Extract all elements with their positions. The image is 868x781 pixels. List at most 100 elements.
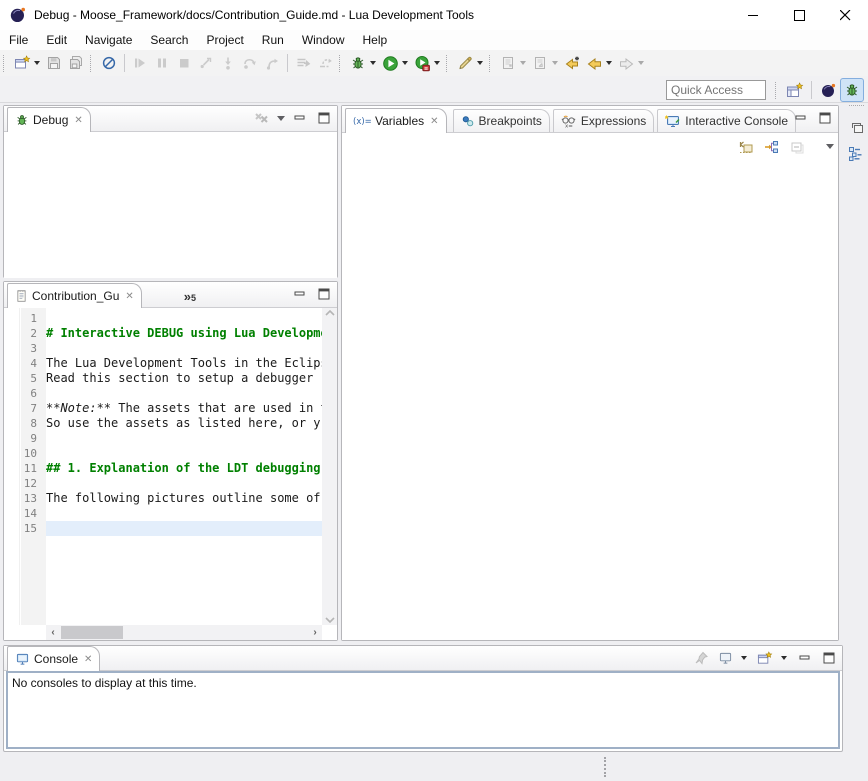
minimize-view-icon[interactable] bbox=[796, 649, 814, 667]
minimize-view-icon[interactable] bbox=[792, 109, 810, 127]
pin-console-icon[interactable] bbox=[692, 649, 710, 667]
menu-edit[interactable]: Edit bbox=[37, 30, 76, 50]
code-line[interactable]: 12 bbox=[4, 476, 322, 491]
resume-button[interactable] bbox=[129, 52, 151, 74]
forward-button[interactable] bbox=[615, 52, 637, 74]
relaunch-button[interactable] bbox=[314, 52, 336, 74]
toolbar-drag-handle[interactable] bbox=[489, 55, 494, 72]
menu-run[interactable]: Run bbox=[253, 30, 293, 50]
scrollbar-thumb[interactable] bbox=[61, 626, 123, 639]
run-last-tool-button[interactable] bbox=[411, 52, 433, 74]
display-selected-console-icon[interactable] bbox=[716, 649, 734, 667]
new-file-wizard-1-dropdown[interactable] bbox=[520, 61, 526, 65]
step-return-button[interactable] bbox=[261, 52, 283, 74]
disconnect-button[interactable] bbox=[195, 52, 217, 74]
toolbar-drag-handle[interactable] bbox=[90, 55, 95, 72]
save-all-button[interactable] bbox=[65, 52, 87, 74]
close-tab-icon[interactable]: ✕ bbox=[430, 116, 438, 127]
menu-navigate[interactable]: Navigate bbox=[76, 30, 141, 50]
code-line[interactable]: 6 bbox=[4, 386, 322, 401]
use-step-filters-button[interactable] bbox=[292, 52, 314, 74]
code-line[interactable]: 9 bbox=[4, 431, 322, 446]
debug-perspective-button[interactable] bbox=[840, 78, 864, 102]
minimize-view-icon[interactable] bbox=[291, 109, 309, 127]
display-console-dropdown[interactable] bbox=[741, 656, 747, 660]
back-button[interactable] bbox=[583, 52, 605, 74]
close-window-button[interactable] bbox=[822, 0, 868, 30]
tab-variables[interactable]: (x)= Variables ✕ bbox=[345, 108, 447, 133]
new-file-wizard-2-button[interactable] bbox=[529, 52, 551, 74]
code-line[interactable]: 11## 1. Explanation of the LDT debugging bbox=[4, 461, 322, 476]
code-line[interactable]: 7**Note:** The assets that are used in t bbox=[4, 401, 322, 416]
new-wizard-dropdown[interactable] bbox=[34, 61, 40, 65]
minimize-window-button[interactable] bbox=[730, 0, 776, 30]
debug-dropdown[interactable] bbox=[370, 61, 376, 65]
view-menu-icon[interactable] bbox=[277, 116, 285, 121]
last-edit-location-button[interactable] bbox=[561, 52, 583, 74]
maximize-view-icon[interactable] bbox=[816, 109, 834, 127]
step-over-button[interactable] bbox=[239, 52, 261, 74]
new-wizard-button[interactable] bbox=[11, 52, 33, 74]
menu-project[interactable]: Project bbox=[197, 30, 252, 50]
run-dropdown[interactable] bbox=[402, 61, 408, 65]
tab-expressions[interactable]: x= Expressions bbox=[553, 109, 654, 132]
terminate-button[interactable] bbox=[173, 52, 195, 74]
close-tab-icon[interactable]: ✕ bbox=[74, 115, 82, 126]
maximize-view-icon[interactable] bbox=[315, 285, 333, 303]
tab-console[interactable]: Console ✕ bbox=[7, 646, 100, 671]
collapse-all-button[interactable] bbox=[786, 136, 808, 158]
menu-search[interactable]: Search bbox=[141, 30, 197, 50]
skip-all-breakpoints-button[interactable] bbox=[98, 52, 120, 74]
pen-tool-button[interactable] bbox=[454, 52, 476, 74]
toolbar-drag-handle[interactable] bbox=[339, 55, 344, 72]
hidden-editors-chevron[interactable]: »5 bbox=[184, 289, 196, 304]
trim-drag-handle[interactable] bbox=[849, 105, 864, 110]
code-line[interactable]: 10 bbox=[4, 446, 322, 461]
editor-body[interactable]: 12# Interactive DEBUG using Lua Developm… bbox=[4, 308, 337, 640]
open-perspective-button[interactable] bbox=[783, 78, 807, 102]
view-menu-icon[interactable] bbox=[826, 144, 834, 149]
open-console-dropdown[interactable] bbox=[781, 656, 787, 660]
quick-access-input[interactable] bbox=[666, 80, 766, 100]
vertical-scrollbar[interactable] bbox=[322, 308, 337, 625]
horizontal-scrollbar[interactable]: ‹ › bbox=[46, 625, 322, 640]
menu-window[interactable]: Window bbox=[293, 30, 354, 50]
suspend-button[interactable] bbox=[151, 52, 173, 74]
code-line[interactable]: 15 bbox=[4, 521, 322, 536]
code-line[interactable]: 13The following pictures outline some of bbox=[4, 491, 322, 506]
remove-all-terminated-icon[interactable] bbox=[253, 109, 271, 127]
minimize-view-icon[interactable] bbox=[291, 285, 309, 303]
run-button[interactable] bbox=[379, 52, 401, 74]
back-dropdown[interactable] bbox=[606, 61, 612, 65]
outline-view-button[interactable] bbox=[845, 142, 867, 164]
code-line[interactable]: 14 bbox=[4, 506, 322, 521]
maximize-view-icon[interactable] bbox=[820, 649, 838, 667]
code-line[interactable]: 2# Interactive DEBUG using Lua Developme bbox=[4, 326, 322, 341]
step-into-button[interactable] bbox=[217, 52, 239, 74]
scroll-left-icon[interactable]: ‹ bbox=[46, 627, 60, 638]
lua-perspective-button[interactable] bbox=[816, 78, 840, 102]
toolbar-drag-handle[interactable] bbox=[775, 82, 780, 99]
close-tab-icon[interactable]: ✕ bbox=[84, 654, 92, 665]
tab-breakpoints[interactable]: Breakpoints bbox=[453, 109, 550, 132]
open-console-icon[interactable] bbox=[756, 649, 774, 667]
save-button[interactable] bbox=[43, 52, 65, 74]
status-drag-handle[interactable] bbox=[604, 757, 607, 777]
restore-view-button[interactable] bbox=[845, 116, 867, 138]
show-type-names-button[interactable] bbox=[734, 136, 756, 158]
tab-contribution-guide[interactable]: Contribution_Gu ✕ bbox=[7, 283, 142, 308]
maximize-window-button[interactable] bbox=[776, 0, 822, 30]
code-line[interactable]: 1 bbox=[4, 311, 322, 326]
maximize-view-icon[interactable] bbox=[315, 109, 333, 127]
run-last-tool-dropdown[interactable] bbox=[434, 61, 440, 65]
menu-file[interactable]: File bbox=[0, 30, 37, 50]
show-logical-structure-button[interactable] bbox=[760, 136, 782, 158]
new-file-wizard-1-button[interactable] bbox=[497, 52, 519, 74]
toolbar-drag-handle[interactable] bbox=[446, 55, 451, 72]
close-tab-icon[interactable]: ✕ bbox=[125, 291, 133, 302]
code-line[interactable]: 5Read this section to setup a debugger bbox=[4, 371, 322, 386]
scroll-down-icon[interactable] bbox=[325, 617, 335, 623]
code-line[interactable]: 3 bbox=[4, 341, 322, 356]
scroll-right-icon[interactable]: › bbox=[308, 627, 322, 638]
forward-dropdown[interactable] bbox=[638, 61, 644, 65]
